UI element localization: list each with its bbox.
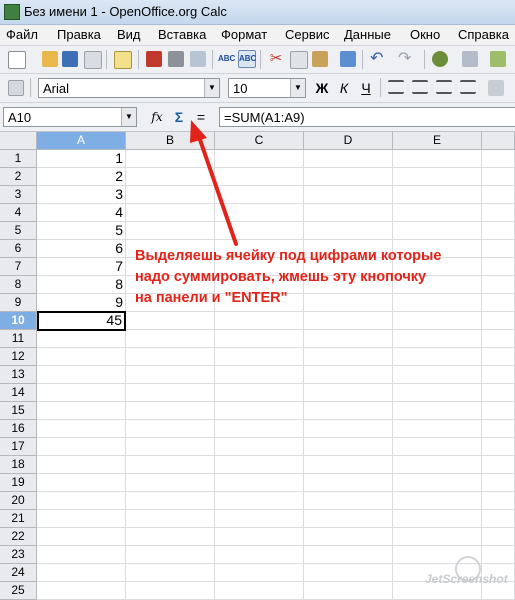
watermark: JetScreenshot bbox=[425, 572, 508, 586]
cell-a10[interactable]: 45 bbox=[37, 311, 126, 331]
annotation-line-3: на панели и "ENTER" bbox=[135, 290, 288, 306]
annotation-line-1: Выделяешь ячейку под цифрами которые bbox=[135, 248, 442, 264]
annotation-text: Выделяешь ячейку под цифрами которые над… bbox=[135, 246, 505, 309]
annotation-line-2: надо суммировать, жмешь эту кнопочку bbox=[135, 269, 427, 285]
